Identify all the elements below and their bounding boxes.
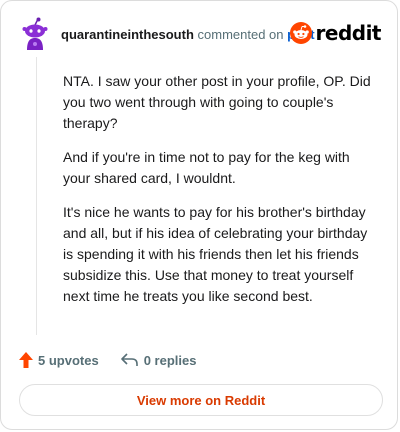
reply-arrow-icon: [120, 353, 138, 366]
username-link[interactable]: quarantineinthesouth: [61, 27, 194, 42]
comment-paragraph: And if you're in time not to pay for the…: [63, 149, 350, 186]
reply-button[interactable]: 0 replies: [120, 352, 197, 368]
upvote-count: 5 upvotes: [38, 352, 99, 368]
action-text: commented on: [197, 26, 284, 42]
comment-paragraph: NTA. I saw your other post in your profi…: [63, 73, 371, 131]
reddit-logo[interactable]: reddit: [289, 21, 382, 45]
reddit-snoo-icon: [289, 22, 312, 44]
comment-actions: 5 upvotes 0 replies: [19, 349, 196, 371]
comment-header: quarantineinthesouth commented on post: [19, 17, 315, 51]
user-avatar-icon[interactable]: [19, 17, 51, 51]
reddit-wordmark: reddit: [315, 21, 382, 45]
upvote-arrow-icon: [19, 352, 33, 368]
comment-embed-card: quarantineinthesouth commented on post r…: [0, 0, 398, 430]
thread-line: [36, 57, 37, 335]
comment-attribution: quarantineinthesouth commented on post: [61, 27, 315, 42]
comment-body: NTA. I saw your other post in your profi…: [63, 71, 379, 320]
reply-count: 0 replies: [143, 352, 197, 368]
comment-paragraph: It's nice he wants to pay for his brothe…: [63, 204, 368, 304]
view-more-button[interactable]: View more on Reddit: [19, 384, 383, 416]
upvote-button[interactable]: 5 upvotes: [19, 352, 99, 368]
